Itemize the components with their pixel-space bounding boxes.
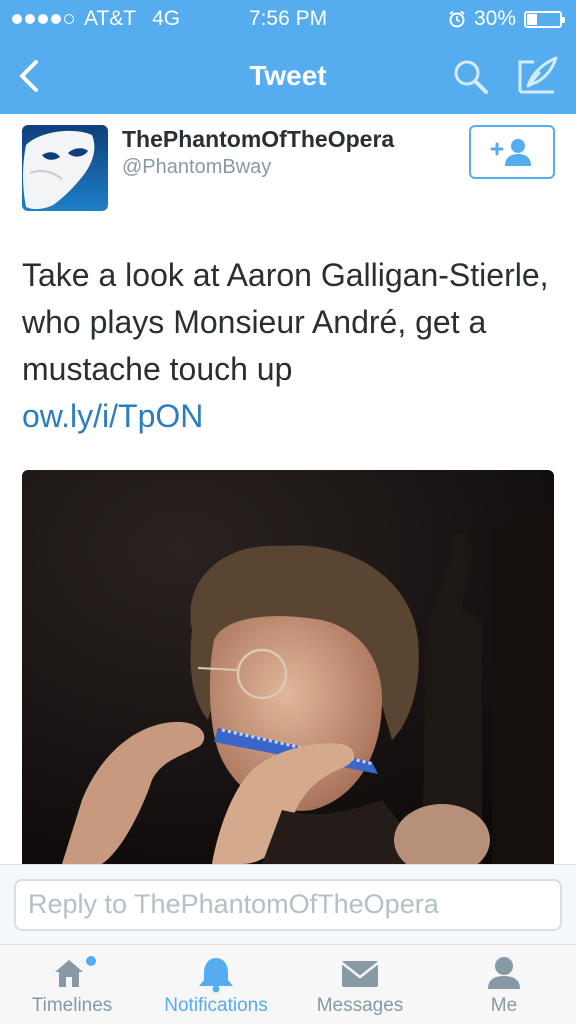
author-handle[interactable]: @PhantomBway (122, 156, 271, 179)
follow-button[interactable] (469, 125, 555, 179)
top-bar: AT&T 4G 7:56 PM 30% Tweet (0, 0, 576, 114)
tweet-body: Take a look at Aaron Galligan-Stierle, w… (22, 257, 549, 387)
status-right: 30% (448, 7, 565, 31)
tab-label-notifications: Notifications (164, 995, 268, 1016)
tab-label-me: Me (490, 995, 518, 1016)
author-name[interactable]: ThePhantomOfTheOpera (122, 126, 394, 153)
add-user-icon (490, 139, 531, 166)
battery-icon (524, 10, 565, 28)
bell-icon (199, 958, 233, 993)
battery-percent: 30% (473, 7, 516, 30)
compose-icon[interactable] (516, 56, 560, 96)
tab-me[interactable]: Me (432, 945, 576, 1024)
author-avatar[interactable] (22, 125, 108, 211)
alarm-icon (449, 10, 465, 28)
tab-label-timelines: Timelines (31, 995, 113, 1016)
tab-bar: Timelines Notifications Messages Me (0, 944, 576, 1024)
status-bar: AT&T 4G 7:56 PM 30% (0, 0, 576, 38)
tweet-text: Take a look at Aaron Galligan-Stierle, w… (22, 252, 552, 440)
search-icon[interactable] (452, 58, 490, 96)
tab-label-messages: Messages (316, 995, 404, 1016)
envelope-icon (341, 961, 379, 987)
tab-notifications[interactable]: Notifications (144, 945, 288, 1024)
reply-input[interactable]: Reply to ThePhantomOfTheOpera (14, 879, 562, 931)
person-icon (488, 957, 520, 989)
tab-timelines[interactable]: Timelines (0, 945, 144, 1024)
tweet-link[interactable]: ow.ly/i/TpON (22, 393, 552, 440)
tab-messages[interactable]: Messages (288, 945, 432, 1024)
reply-bar: Reply to ThePhantomOfTheOpera (0, 864, 576, 944)
tweet-photo[interactable] (22, 470, 554, 864)
home-icon (55, 956, 96, 987)
nav-bar: Tweet (0, 38, 576, 114)
